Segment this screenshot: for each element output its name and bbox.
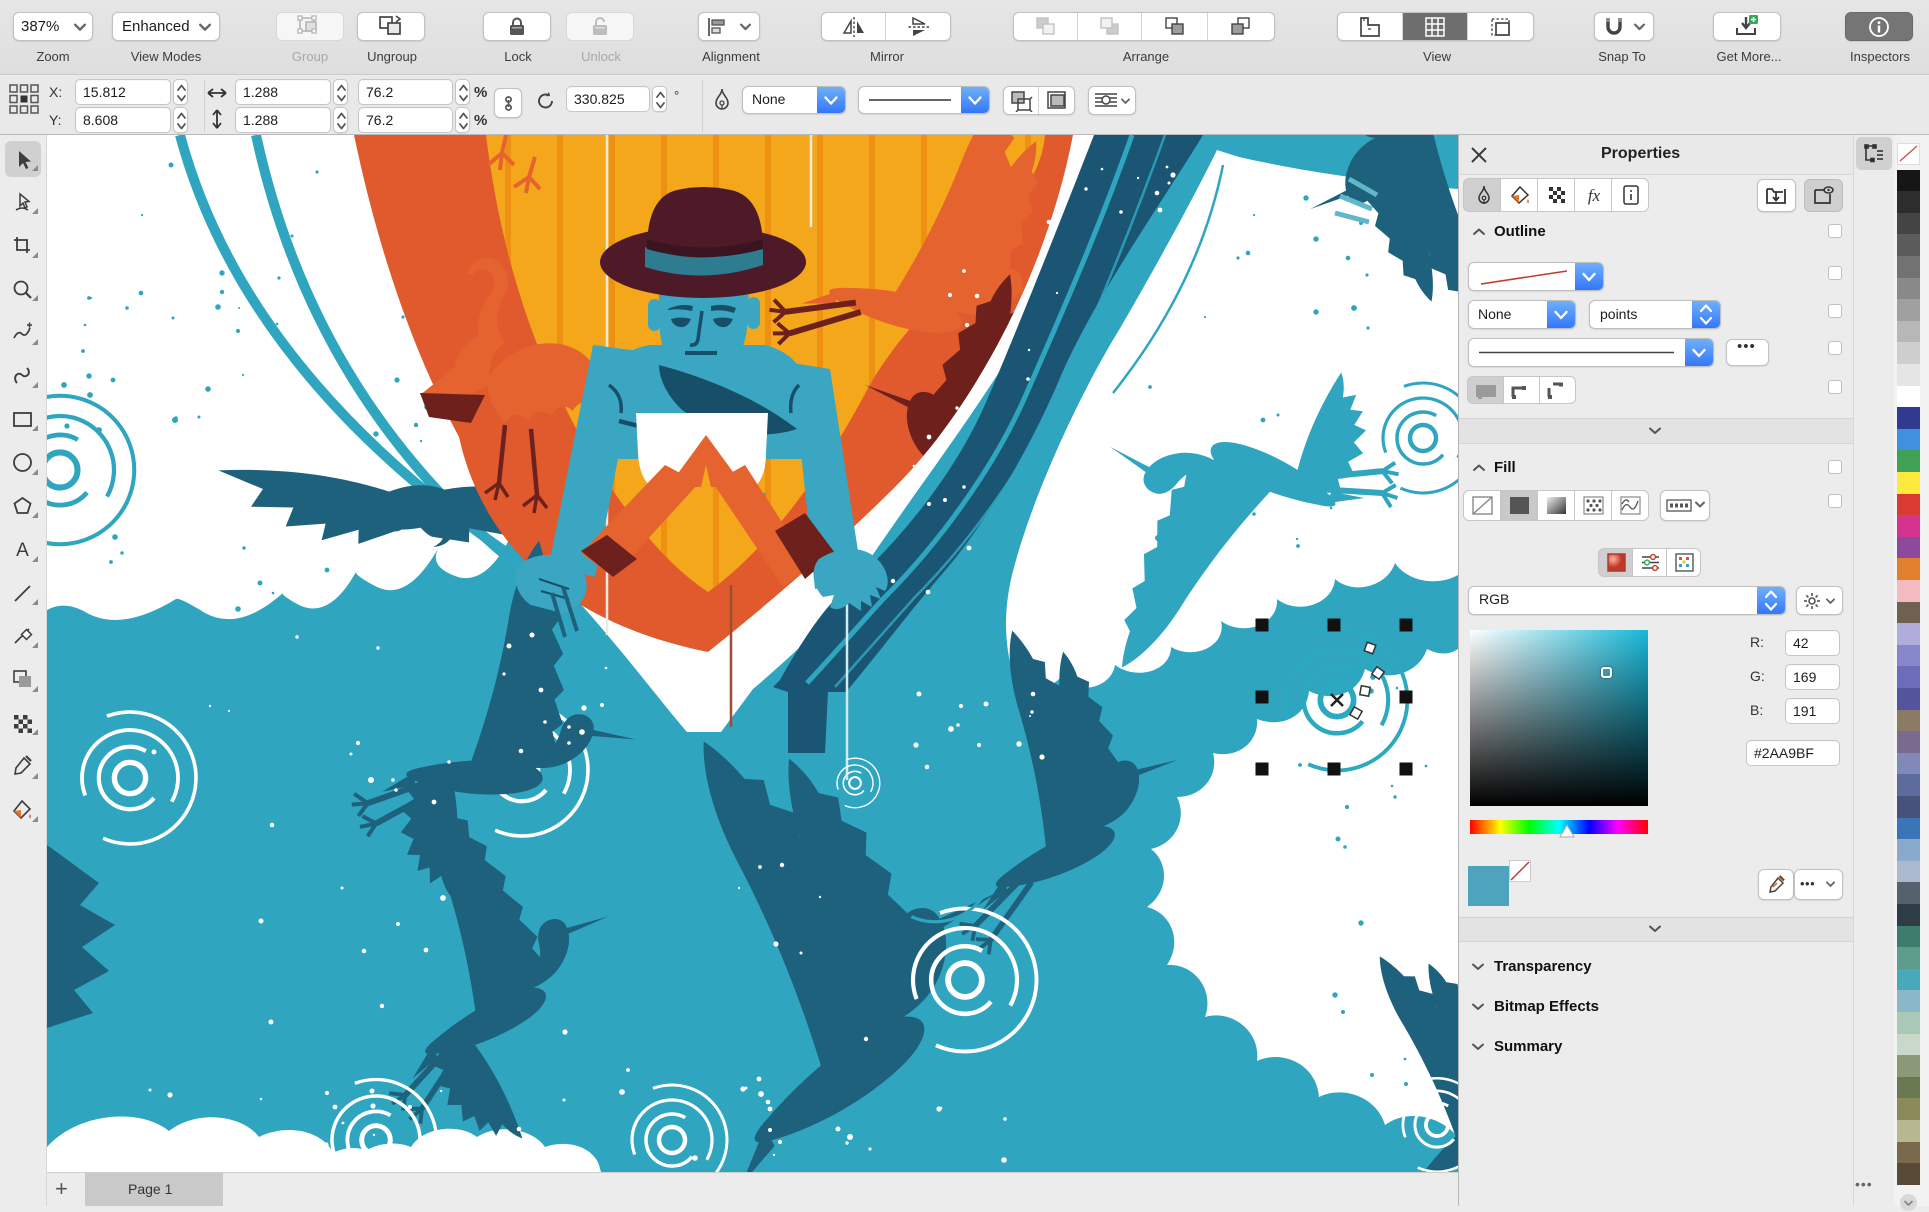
svg-text:A: A — [16, 540, 29, 561]
svg-text:fx: fx — [1588, 186, 1601, 205]
